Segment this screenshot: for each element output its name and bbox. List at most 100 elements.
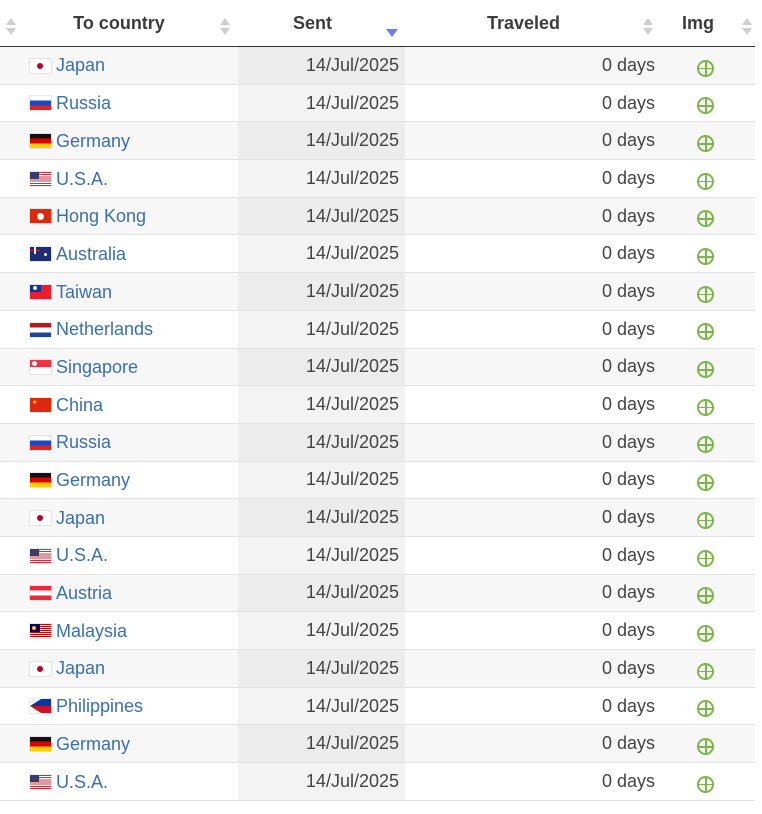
img-cell — [660, 536, 755, 575]
add-circle-icon[interactable] — [697, 248, 714, 266]
sent-date: 14/Jul/2025 — [238, 762, 405, 801]
flag-ru-icon — [30, 96, 51, 111]
add-circle-icon[interactable] — [697, 511, 714, 529]
column-header-img[interactable]: Img — [660, 0, 755, 47]
sort-arrows-icon[interactable] — [220, 18, 230, 38]
country-link[interactable]: Singapore — [56, 357, 138, 377]
table-row: Japan 14/Jul/2025 0 days — [0, 649, 755, 688]
table-row: Hong Kong 14/Jul/2025 0 days — [0, 197, 755, 236]
add-circle-icon[interactable] — [697, 285, 714, 303]
sent-date: 14/Jul/2025 — [238, 385, 405, 424]
img-cell — [660, 159, 755, 198]
country-link[interactable]: Australia — [56, 244, 126, 264]
country-link[interactable]: Hong Kong — [56, 206, 146, 226]
traveled-duration: 0 days — [405, 197, 660, 236]
flag-tw-icon — [30, 284, 51, 299]
country-link[interactable]: Austria — [56, 583, 112, 603]
add-circle-icon[interactable] — [697, 97, 714, 115]
add-circle-icon[interactable] — [697, 700, 714, 718]
country-cell: Austria — [0, 574, 238, 613]
img-cell — [660, 348, 755, 387]
country-link[interactable]: China — [56, 394, 103, 414]
sent-date: 14/Jul/2025 — [238, 649, 405, 688]
flag-my-icon — [30, 624, 51, 639]
country-link[interactable]: Japan — [56, 658, 105, 678]
add-circle-icon[interactable] — [697, 210, 714, 228]
sent-date: 14/Jul/2025 — [238, 348, 405, 387]
add-circle-icon[interactable] — [697, 549, 714, 567]
country-cell: Netherlands — [0, 310, 238, 349]
table-row: Australia 14/Jul/2025 0 days — [0, 234, 755, 274]
add-circle-icon[interactable] — [697, 436, 714, 454]
country-link[interactable]: U.S.A. — [56, 545, 108, 565]
table-row: Singapore 14/Jul/2025 0 days — [0, 348, 755, 387]
sent-date: 14/Jul/2025 — [238, 498, 405, 537]
img-cell — [660, 46, 755, 85]
column-header-country[interactable]: To country — [0, 0, 238, 47]
country-cell: Malaysia — [0, 611, 238, 650]
add-circle-icon[interactable] — [697, 361, 714, 379]
add-circle-icon[interactable] — [697, 587, 714, 605]
table-body: Japan 14/Jul/2025 0 days Russia 14/Jul/2… — [0, 46, 755, 801]
traveled-duration: 0 days — [405, 310, 660, 349]
sent-date: 14/Jul/2025 — [238, 197, 405, 236]
flag-jp-icon — [30, 510, 51, 525]
column-header-traveled[interactable]: Traveled — [405, 0, 660, 47]
country-cell: Germany — [0, 121, 238, 161]
add-circle-icon[interactable] — [697, 172, 714, 190]
add-circle-icon[interactable] — [697, 134, 714, 152]
flag-ph-icon — [30, 699, 51, 714]
traveled-duration: 0 days — [405, 348, 660, 387]
country-link[interactable]: Russia — [56, 93, 111, 113]
country-cell: Philippines — [0, 687, 238, 726]
sent-date: 14/Jul/2025 — [238, 724, 405, 764]
traveled-duration: 0 days — [405, 536, 660, 575]
add-circle-icon[interactable] — [697, 737, 714, 755]
country-link[interactable]: Netherlands — [56, 319, 153, 339]
flag-ru-icon — [30, 435, 51, 450]
table-row: U.S.A. 14/Jul/2025 0 days — [0, 159, 755, 198]
table-row: Germany 14/Jul/2025 0 days — [0, 461, 755, 500]
add-circle-icon[interactable] — [697, 398, 714, 416]
img-cell — [660, 762, 755, 801]
add-circle-icon[interactable] — [697, 662, 714, 680]
country-cell: Australia — [0, 234, 238, 274]
country-link[interactable]: U.S.A. — [56, 771, 108, 791]
flag-at-icon — [30, 586, 51, 601]
country-cell: Russia — [0, 84, 238, 123]
sent-date: 14/Jul/2025 — [238, 611, 405, 650]
country-link[interactable]: Germany — [56, 734, 130, 754]
country-link[interactable]: Germany — [56, 470, 130, 490]
country-link[interactable]: Taiwan — [56, 281, 112, 301]
add-circle-icon[interactable] — [697, 474, 714, 492]
table-row: Japan 14/Jul/2025 0 days — [0, 46, 755, 85]
country-link[interactable]: U.S.A. — [56, 168, 108, 188]
sent-date: 14/Jul/2025 — [238, 46, 405, 85]
table-row: Russia 14/Jul/2025 0 days — [0, 84, 755, 123]
column-header-sent[interactable]: Sent — [238, 0, 405, 47]
country-link[interactable]: Philippines — [56, 696, 143, 716]
country-link[interactable]: Russia — [56, 432, 111, 452]
traveled-duration: 0 days — [405, 498, 660, 537]
table-row: Malaysia 14/Jul/2025 0 days — [0, 611, 755, 650]
img-cell — [660, 687, 755, 726]
country-link[interactable]: Malaysia — [56, 621, 127, 641]
country-cell: ★ China — [0, 385, 238, 424]
add-circle-icon[interactable] — [697, 624, 714, 642]
sort-arrows-icon[interactable] — [643, 18, 653, 38]
country-link[interactable]: Japan — [56, 507, 105, 527]
flag-jp-icon — [30, 58, 51, 73]
add-circle-icon[interactable] — [697, 59, 714, 77]
img-cell — [660, 234, 755, 274]
country-link[interactable]: Japan — [56, 55, 105, 75]
country-link[interactable]: Germany — [56, 131, 130, 151]
add-circle-icon[interactable] — [697, 775, 714, 793]
postcards-table: To country Sent Traveled Img Japan 14/Ju… — [0, 0, 755, 801]
column-header-sent-label: Sent — [293, 12, 333, 33]
add-circle-icon[interactable] — [697, 323, 714, 341]
img-cell — [660, 649, 755, 688]
sort-arrows-icon[interactable] — [742, 18, 752, 38]
flag-sg-icon — [30, 360, 51, 375]
sort-arrows-icon[interactable] — [6, 18, 16, 38]
sort-descending-icon[interactable] — [386, 29, 398, 37]
